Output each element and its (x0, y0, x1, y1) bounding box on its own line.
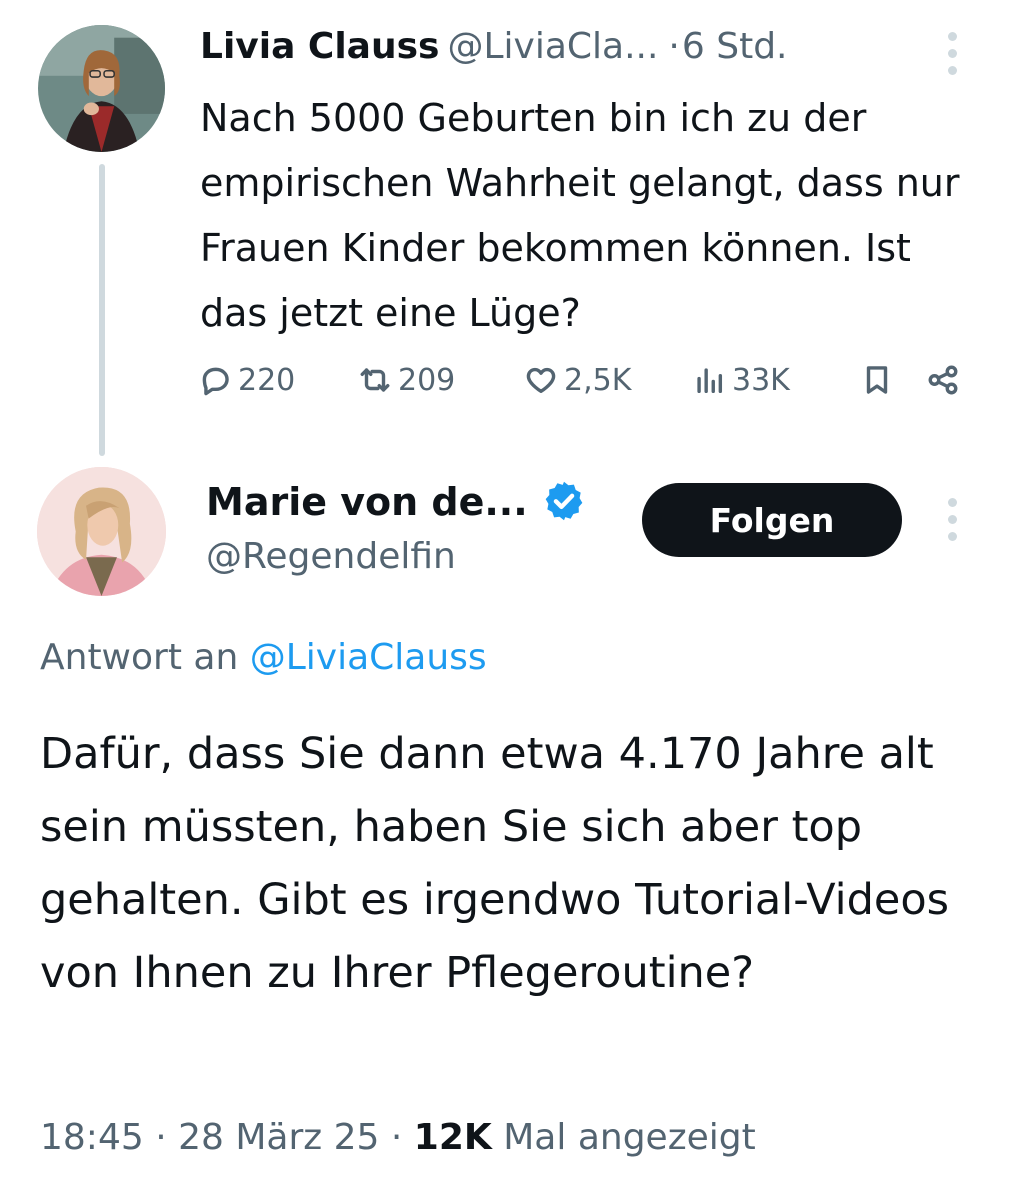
tweet2-author-name[interactable]: Marie von de... (206, 476, 528, 528)
share-nodes-icon (928, 365, 958, 395)
tweet2-views-count[interactable]: 12K (414, 1117, 492, 1158)
reply-context: Antwort an @LiviaClauss (40, 632, 487, 684)
repost-arrows-icon (360, 368, 390, 392)
tweet1-action-bar: 220 209 2,5K 33K (198, 358, 978, 402)
meta-separator: · (155, 1117, 167, 1158)
vertical-ellipsis-icon (947, 32, 957, 41)
tweet1-handle[interactable]: @LiviaCla... (447, 26, 658, 67)
thread-connector-line (99, 164, 105, 456)
tweet1-separator: · (668, 26, 680, 67)
tweet2-more-button[interactable] (946, 498, 958, 549)
tweet1-header: Livia Clauss @LiviaCla... ·6 Std. (200, 22, 960, 72)
tweet2-date[interactable]: 28 März 25 (178, 1117, 379, 1158)
speech-bubble-icon (202, 367, 229, 396)
tweet2-text: Dafür, dass Sie dann etwa 4.170 Jahre al… (40, 729, 950, 998)
bookmark-icon (866, 366, 888, 394)
tweet1-more-button[interactable] (946, 32, 958, 83)
heart-icon (526, 367, 556, 394)
avatar-marie[interactable] (37, 467, 166, 596)
tweet1-time[interactable]: 6 Std. (682, 26, 788, 67)
avatar-image (38, 25, 165, 152)
tweet2-handle[interactable]: @Regendelfin (206, 531, 456, 583)
views-button[interactable]: 33K (692, 358, 790, 402)
tweet1-author-name[interactable]: Livia Clauss (200, 26, 439, 67)
repost-count: 209 (398, 362, 456, 398)
reply-button[interactable]: 220 (198, 358, 295, 402)
reply-handle-link[interactable]: @LiviaClauss (250, 637, 487, 678)
tweet2-meta: 18:45 · 28 März 25 · 12K Mal angezeigt (40, 1112, 756, 1164)
meta-separator: · (390, 1117, 403, 1158)
tweet2-views-suffix: Mal angezeigt (503, 1117, 756, 1158)
like-button[interactable]: 2,5K (524, 358, 631, 402)
reply-prefix: Antwort an (40, 637, 239, 678)
verified-badge-icon (545, 481, 583, 521)
bar-chart-icon (697, 368, 723, 394)
follow-button[interactable]: Folgen (642, 483, 902, 557)
reply-count: 220 (238, 362, 296, 398)
views-count: 33K (732, 362, 790, 398)
avatar-livia-clauss[interactable] (38, 25, 165, 152)
vertical-ellipsis-icon (947, 498, 957, 507)
tweet1-text: Nach 5000 Geburten bin ich zu der empiri… (200, 96, 960, 335)
tweet2-time[interactable]: 18:45 (40, 1117, 144, 1158)
like-count: 2,5K (564, 362, 632, 398)
avatar-image (37, 467, 166, 596)
repost-button[interactable]: 209 (358, 358, 455, 402)
bookmark-button[interactable] (860, 358, 894, 402)
share-button[interactable] (926, 358, 960, 402)
